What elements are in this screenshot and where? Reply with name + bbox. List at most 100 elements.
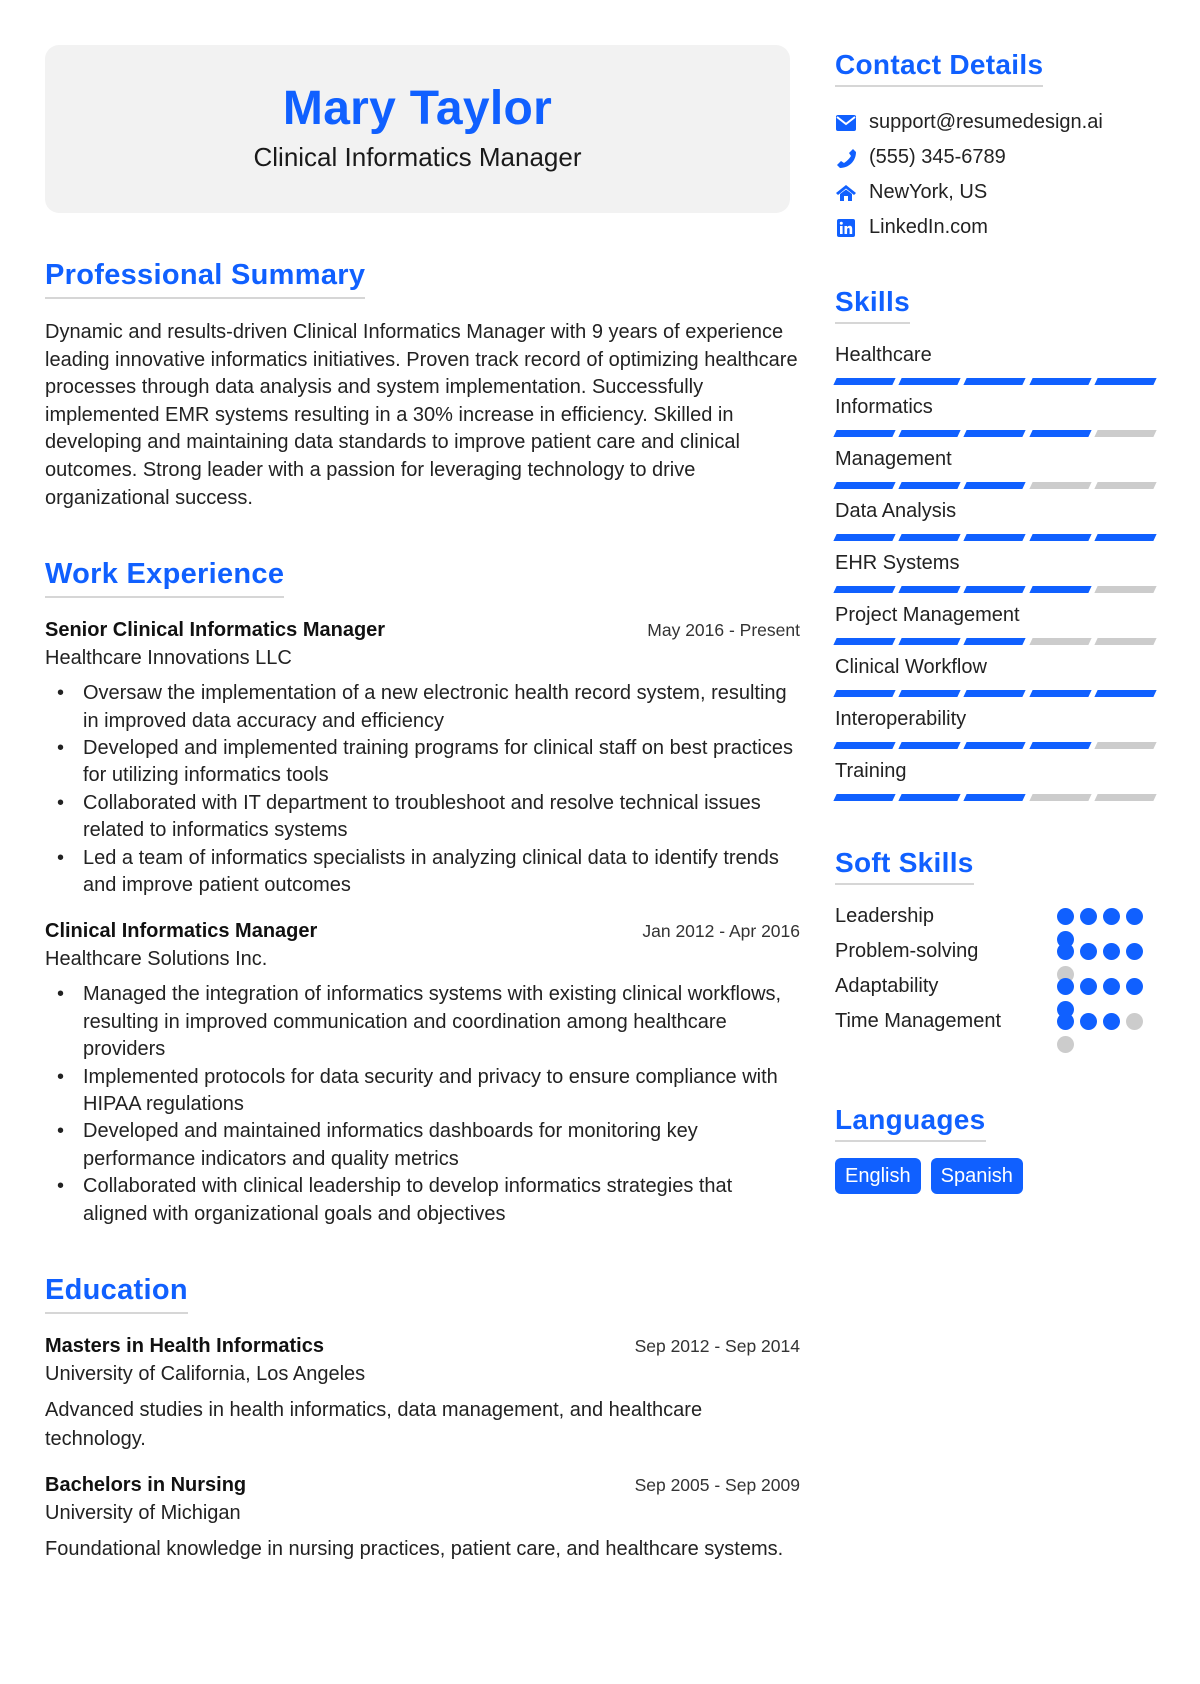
rating-dot-empty <box>1126 1013 1143 1030</box>
section-heading: Professional Summary <box>45 257 366 299</box>
languages-list: English Spanish <box>835 1158 1155 1194</box>
soft-skill-item: Problem-solving <box>835 938 1155 983</box>
skill-segment-filled <box>1094 690 1157 697</box>
job-bullets: Oversaw the implementation of a new elec… <box>45 680 800 899</box>
degree-name: Masters in Health Informatics <box>45 1335 324 1358</box>
skill-level-bar <box>833 742 1157 750</box>
bullet-item: Led a team of informatics specialists in… <box>57 845 800 900</box>
skill-segment-filled <box>963 534 1027 541</box>
section-heading: Education <box>45 1272 188 1315</box>
rating-dot-empty <box>1057 1036 1074 1053</box>
rating-dot-filled <box>1057 978 1074 995</box>
soft-skill-name: Adaptability <box>835 975 939 997</box>
skill-segment-filled <box>963 794 1027 801</box>
skill-item: Management <box>833 446 1157 490</box>
soft-skill-rating <box>1057 1008 1149 1053</box>
skill-segment-filled <box>963 638 1027 645</box>
sidebar-column: Contact Details support@resumedesign.ai … <box>833 48 1157 1194</box>
skill-level-bar <box>833 534 1157 542</box>
candidate-name: Mary Taylor <box>282 82 553 135</box>
summary-text: Dynamic and results-driven Clinical Info… <box>45 321 798 509</box>
location-text: NewYork, US <box>869 181 988 203</box>
candidate-title: Clinical Informatics Manager <box>253 142 582 172</box>
skill-segment-empty <box>1094 638 1157 645</box>
job-title: Clinical Informatics Manager <box>45 920 318 943</box>
skill-segment-filled <box>1028 430 1092 437</box>
email-text: support@resumedesign.ai <box>869 111 1103 133</box>
skill-segment-empty <box>1028 638 1092 645</box>
linkedin-text: LinkedIn.com <box>869 216 988 238</box>
rating-dot-filled <box>1103 908 1120 925</box>
skill-segment-filled <box>833 482 896 489</box>
languages-section: Languages English Spanish <box>835 1103 1155 1194</box>
skill-name: Interoperability <box>835 708 967 730</box>
skill-item: Training <box>833 758 1157 802</box>
skill-segment-empty <box>1094 430 1157 437</box>
job-entry: Clinical Informatics Manager Jan 2012 - … <box>45 917 800 1228</box>
skill-segment-filled <box>833 794 896 801</box>
soft-skill-name: Problem-solving <box>835 940 979 962</box>
degree-name: Bachelors in Nursing <box>45 1474 247 1497</box>
rating-dot-filled <box>1080 978 1097 995</box>
skill-level-bar <box>833 378 1157 386</box>
skill-name: Data Analysis <box>835 500 957 522</box>
job-title: Senior Clinical Informatics Manager <box>45 619 386 642</box>
skill-name: Healthcare <box>835 344 932 366</box>
skill-name: Training <box>835 760 907 782</box>
skill-segment-filled <box>1028 534 1092 541</box>
section-heading: Contact Details <box>835 48 1044 87</box>
skill-level-bar <box>833 690 1157 698</box>
professional-summary-section: Professional Summary Dynamic and results… <box>45 257 800 512</box>
skill-level-bar <box>833 638 1157 646</box>
bullet-item: Developed and maintained informatics das… <box>57 1118 800 1173</box>
skill-item: Healthcare <box>833 342 1157 386</box>
rating-dot-filled <box>1126 978 1143 995</box>
skills-list: Healthcare Informatics Management Data Anal… <box>833 342 1157 802</box>
skill-segment-filled <box>833 378 896 385</box>
rating-dot-filled <box>1126 943 1143 960</box>
phone-icon <box>835 147 857 169</box>
soft-skill-rating <box>1057 938 1149 983</box>
soft-skill-rating <box>1057 973 1149 1018</box>
contact-email[interactable]: support@resumedesign.ai <box>835 105 1155 140</box>
skill-segment-filled <box>963 690 1027 697</box>
skill-segment-filled <box>833 430 896 437</box>
soft-skills-section: Soft Skills Leadership Problem-solving Ada… <box>835 846 1155 1053</box>
rating-dot-filled <box>1103 978 1120 995</box>
job-date: May 2016 - Present <box>647 620 800 641</box>
soft-skill-name: Time Management <box>835 1010 1001 1032</box>
skill-segment-empty <box>1028 482 1092 489</box>
education-date: Sep 2012 - Sep 2014 <box>634 1336 800 1357</box>
skill-segment-empty <box>1028 794 1092 801</box>
skill-segment-filled <box>898 586 962 593</box>
rating-dot-filled <box>1126 908 1143 925</box>
skill-segment-filled <box>963 586 1027 593</box>
skill-segment-empty <box>1094 794 1157 801</box>
contact-section: Contact Details support@resumedesign.ai … <box>835 48 1155 245</box>
linkedin-icon <box>835 217 857 239</box>
skills-section: Skills Healthcare Informatics Management Da… <box>833 285 1157 802</box>
section-heading: Skills <box>835 285 910 324</box>
skill-level-bar <box>833 482 1157 490</box>
education-description: Foundational knowledge in nursing practi… <box>45 1538 784 1561</box>
contact-linkedin[interactable]: LinkedIn.com <box>835 210 1155 245</box>
skill-segment-filled <box>1028 742 1092 749</box>
skill-segment-filled <box>1028 690 1092 697</box>
skill-segment-filled <box>898 690 962 697</box>
rating-dot-filled <box>1103 1013 1120 1030</box>
skill-item: Project Management <box>833 602 1157 646</box>
skill-name: Project Management <box>835 604 1020 626</box>
skill-level-bar <box>833 586 1157 594</box>
soft-skill-rating <box>1057 903 1149 948</box>
company-name: Healthcare Solutions Inc. <box>45 948 268 971</box>
contact-phone[interactable]: (555) 345-6789 <box>835 140 1155 175</box>
contact-location: NewYork, US <box>835 175 1155 210</box>
work-experience-section: Work Experience Senior Clinical Informat… <box>45 556 800 1228</box>
skill-level-bar <box>833 794 1157 802</box>
skill-segment-filled <box>963 742 1027 749</box>
skill-segment-filled <box>833 638 896 645</box>
job-date: Jan 2012 - Apr 2016 <box>642 921 800 942</box>
job-bullets: Managed the integration of informatics s… <box>45 981 800 1228</box>
skill-name: Management <box>835 448 952 470</box>
rating-dot-filled <box>1080 943 1097 960</box>
